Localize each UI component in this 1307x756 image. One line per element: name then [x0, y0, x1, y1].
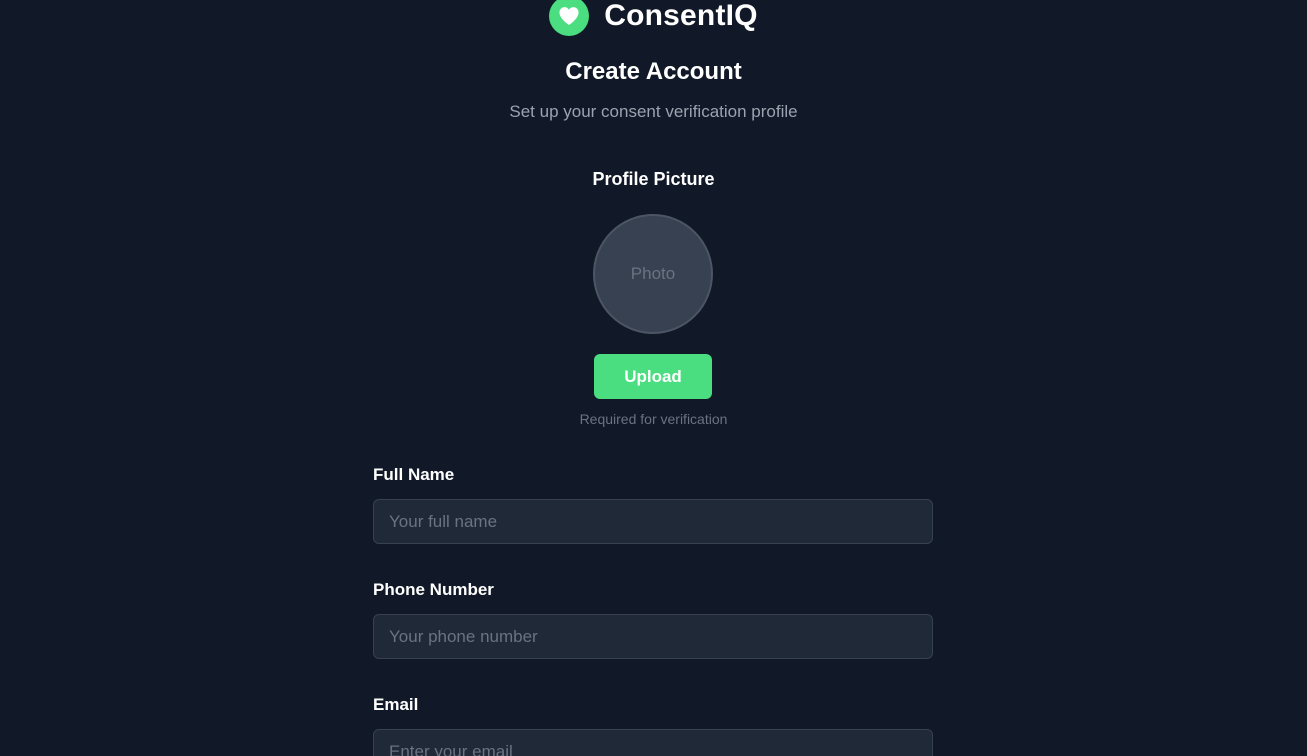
phone-number-input[interactable] — [373, 614, 933, 659]
create-account-page: ConsentIQ Create Account Set up your con… — [0, 0, 1307, 756]
full-name-input[interactable] — [373, 499, 933, 544]
page-subtitle: Set up your consent verification profile — [509, 102, 798, 121]
email-label: Email — [373, 695, 419, 714]
heart-icon — [549, 0, 590, 36]
photo-placeholder-text: Photo — [630, 264, 676, 283]
profile-photo-placeholder: Photo — [593, 214, 713, 334]
brand-header: ConsentIQ — [0, 0, 1307, 36]
email-input[interactable] — [373, 729, 933, 756]
phone-number-label: Phone Number — [373, 580, 494, 599]
full-name-label: Full Name — [373, 465, 455, 484]
upload-button[interactable]: Upload — [594, 354, 712, 399]
brand-logo-group: ConsentIQ — [549, 0, 758, 36]
brand-name: ConsentIQ — [604, 0, 758, 32]
upload-helper-text: Required for verification — [579, 411, 728, 427]
profile-picture-label: Profile Picture — [592, 169, 715, 189]
page-title: Create Account — [565, 58, 742, 85]
